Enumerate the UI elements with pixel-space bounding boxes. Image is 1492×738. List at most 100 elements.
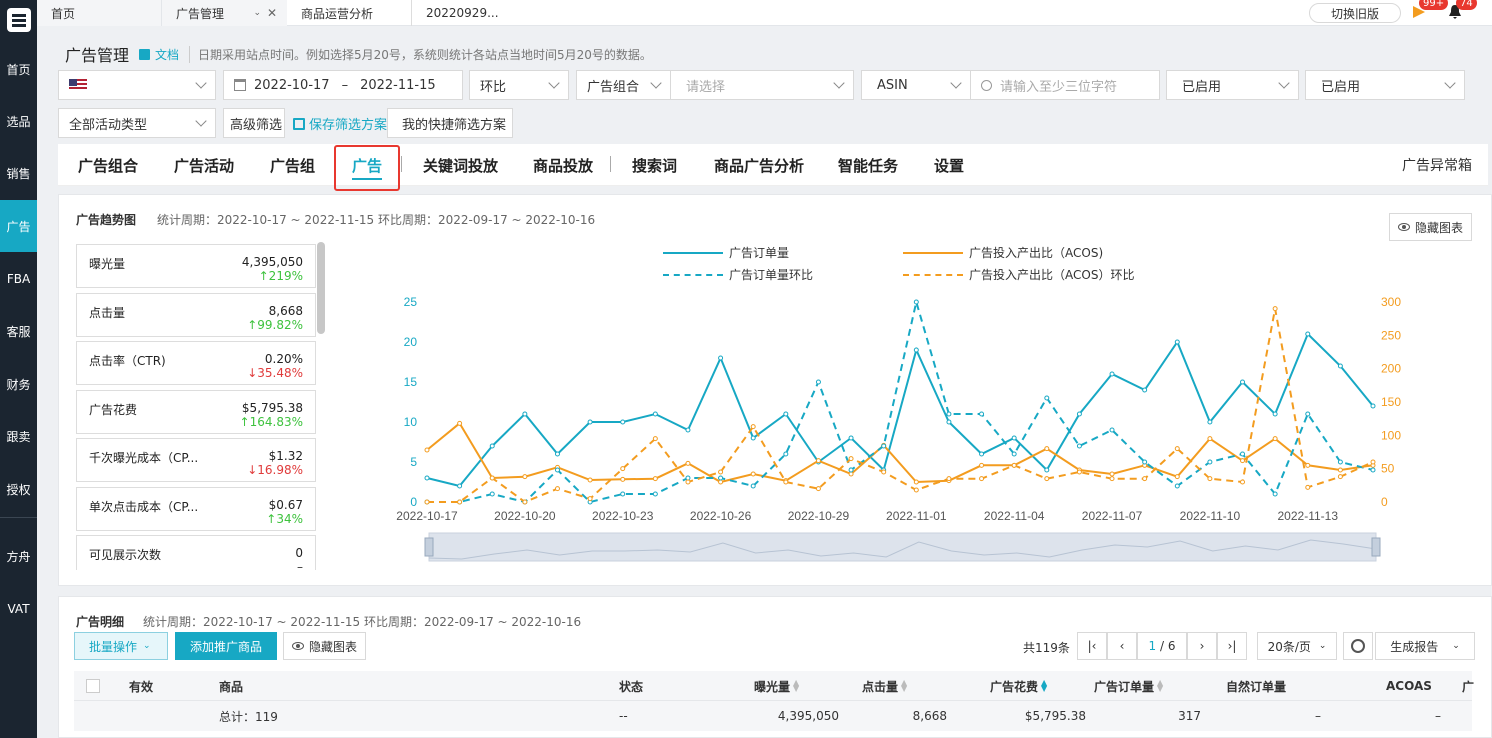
data-point bbox=[1370, 467, 1376, 473]
data-point bbox=[457, 483, 463, 489]
col-active[interactable]: 有效 bbox=[129, 671, 153, 701]
sidebar-item-home[interactable]: 首页 bbox=[0, 43, 37, 95]
data-point bbox=[913, 299, 919, 305]
data-point bbox=[685, 460, 691, 466]
hide-table-chart-label: 隐藏图表 bbox=[309, 639, 358, 654]
data-point bbox=[1142, 476, 1148, 482]
data-point bbox=[718, 355, 724, 361]
data-point bbox=[848, 467, 854, 473]
data-point bbox=[1044, 476, 1050, 482]
data-point bbox=[1272, 436, 1278, 442]
data-point bbox=[652, 491, 658, 497]
data-point bbox=[457, 420, 463, 426]
tab-product-ops[interactable]: 商品运营分析 bbox=[287, 0, 411, 26]
sidebar-item-product-selection[interactable]: 选品 bbox=[0, 95, 37, 147]
data-point bbox=[848, 435, 854, 441]
sidebar-item-sales[interactable]: 销售 bbox=[0, 147, 37, 199]
data-point bbox=[750, 471, 756, 477]
sidebar-item-ark[interactable]: 方舟 bbox=[0, 530, 37, 582]
data-point bbox=[1044, 467, 1050, 473]
y-right-tick-label: 100 bbox=[1381, 428, 1401, 442]
page-size-select[interactable]: 20条/页 ⌄ bbox=[1257, 632, 1337, 660]
last-page-button[interactable]: ›| bbox=[1217, 632, 1247, 660]
total-impressions: 4,395,050 bbox=[777, 709, 839, 723]
data-point bbox=[587, 496, 593, 502]
zoom-slider-right-handle[interactable] bbox=[1371, 537, 1381, 557]
prev-page-button[interactable]: ‹ bbox=[1107, 632, 1137, 660]
tab-home[interactable]: 首页 bbox=[37, 0, 161, 26]
data-point bbox=[1044, 395, 1050, 401]
col-impressions-label: 曝光量 bbox=[754, 679, 791, 694]
close-icon[interactable]: ✕ bbox=[267, 6, 277, 20]
hide-table-chart-button[interactable]: 隐藏图表 bbox=[283, 632, 367, 660]
data-point bbox=[1207, 419, 1213, 425]
sort-icon[interactable]: ▲ ▼ bbox=[793, 679, 800, 693]
data-point bbox=[1337, 474, 1343, 480]
zoom-slider-left-handle[interactable] bbox=[424, 537, 434, 557]
batch-operation-label: 批量操作 bbox=[89, 639, 138, 654]
data-point bbox=[750, 483, 756, 489]
switch-old-version-button[interactable]: 切换旧版 bbox=[1309, 3, 1401, 23]
col-status[interactable]: 状态 bbox=[619, 671, 643, 701]
batch-operation-button[interactable]: 批量操作 ⌄ bbox=[74, 632, 168, 660]
app-logo[interactable] bbox=[0, 0, 37, 40]
tab-ad-management[interactable]: 广告管理 ⌄ ✕ bbox=[161, 0, 287, 26]
x-tick-label: 2022-10-23 bbox=[592, 509, 654, 523]
add-promoted-product-button[interactable]: 添加推广商品 bbox=[175, 632, 277, 660]
col-product[interactable]: 商品 bbox=[219, 671, 243, 701]
chevron-down-icon[interactable]: ⌄ bbox=[253, 8, 261, 18]
data-point bbox=[979, 451, 985, 457]
sidebar-item-ads[interactable]: 广告 bbox=[0, 200, 37, 252]
data-point bbox=[783, 479, 789, 485]
col-ad-orders-label: 广告订单量 bbox=[1094, 679, 1155, 694]
data-point bbox=[848, 456, 854, 462]
sidebar-item-fba[interactable]: FBA bbox=[0, 253, 37, 305]
col-impressions[interactable]: 曝光量 ▲ ▼ bbox=[754, 671, 800, 701]
top-tab-bar: 首页 广告管理 ⌄ ✕ 商品运营分析 20220929... 切换旧版 99+ … bbox=[37, 0, 1492, 26]
col-truncated[interactable]: 广 bbox=[1462, 671, 1474, 701]
y-left-tick-label: 0 bbox=[410, 495, 417, 509]
data-point bbox=[881, 443, 887, 449]
data-point bbox=[1337, 459, 1343, 465]
data-point bbox=[1011, 462, 1017, 468]
data-point bbox=[1272, 306, 1278, 312]
chevron-down-icon: ⌄ bbox=[1452, 641, 1460, 651]
sidebar-item-follow-sell[interactable]: 跟卖 bbox=[0, 410, 37, 462]
tab-date-report[interactable]: 20220929... bbox=[411, 0, 551, 26]
page-indicator[interactable]: 1 / 6 bbox=[1137, 632, 1187, 660]
sidebar-item-vat[interactable]: VAT bbox=[0, 583, 37, 635]
column-settings-button[interactable] bbox=[1343, 632, 1373, 660]
y-right-tick-label: 300 bbox=[1381, 295, 1401, 309]
next-page-button[interactable]: › bbox=[1187, 632, 1217, 660]
data-point bbox=[1011, 451, 1017, 457]
col-acoas[interactable]: ACOAS bbox=[1386, 671, 1432, 701]
select-all-checkbox[interactable] bbox=[86, 679, 100, 693]
sort-icon[interactable]: ▲ ▼ bbox=[1157, 679, 1164, 693]
data-point bbox=[1207, 459, 1213, 465]
data-point bbox=[554, 451, 560, 457]
col-organic-orders[interactable]: 自然订单量 bbox=[1226, 671, 1286, 701]
page-size-value: 20条/页 bbox=[1267, 639, 1311, 654]
x-tick-label: 2022-10-20 bbox=[494, 509, 556, 523]
detail-period: 统计周期：2022-10-17 ~ 2022-11-15 环比周期：2022-0… bbox=[143, 615, 582, 629]
first-page-button[interactable]: |‹ bbox=[1077, 632, 1107, 660]
sort-desc-icon[interactable]: ▲ ▼ bbox=[1041, 679, 1048, 693]
data-point bbox=[1305, 462, 1311, 468]
data-point bbox=[815, 379, 821, 385]
y-left-tick-label: 25 bbox=[404, 295, 418, 309]
total-ad-orders: 317 bbox=[1178, 709, 1201, 723]
sidebar-item-finance[interactable]: 财务 bbox=[0, 358, 37, 410]
col-ad-spend[interactable]: 广告花费 ▲ ▼ bbox=[990, 671, 1048, 701]
y-right-tick-label: 200 bbox=[1381, 362, 1401, 376]
col-clicks[interactable]: 点击量 ▲ ▼ bbox=[862, 671, 908, 701]
col-ad-orders[interactable]: 广告订单量 ▲ ▼ bbox=[1094, 671, 1164, 701]
generate-report-button[interactable]: 生成报告 ⌄ bbox=[1375, 632, 1475, 660]
data-point bbox=[587, 477, 593, 483]
sidebar-item-authorization[interactable]: 授权 bbox=[0, 463, 37, 515]
sort-icon[interactable]: ▲ ▼ bbox=[901, 679, 908, 693]
data-point bbox=[1240, 479, 1246, 485]
total-ad-spend: $5,795.38 bbox=[1024, 709, 1086, 723]
total-status: -- bbox=[619, 709, 628, 723]
sidebar-item-customer-service[interactable]: 客服 bbox=[0, 305, 37, 357]
data-point bbox=[1109, 471, 1115, 477]
